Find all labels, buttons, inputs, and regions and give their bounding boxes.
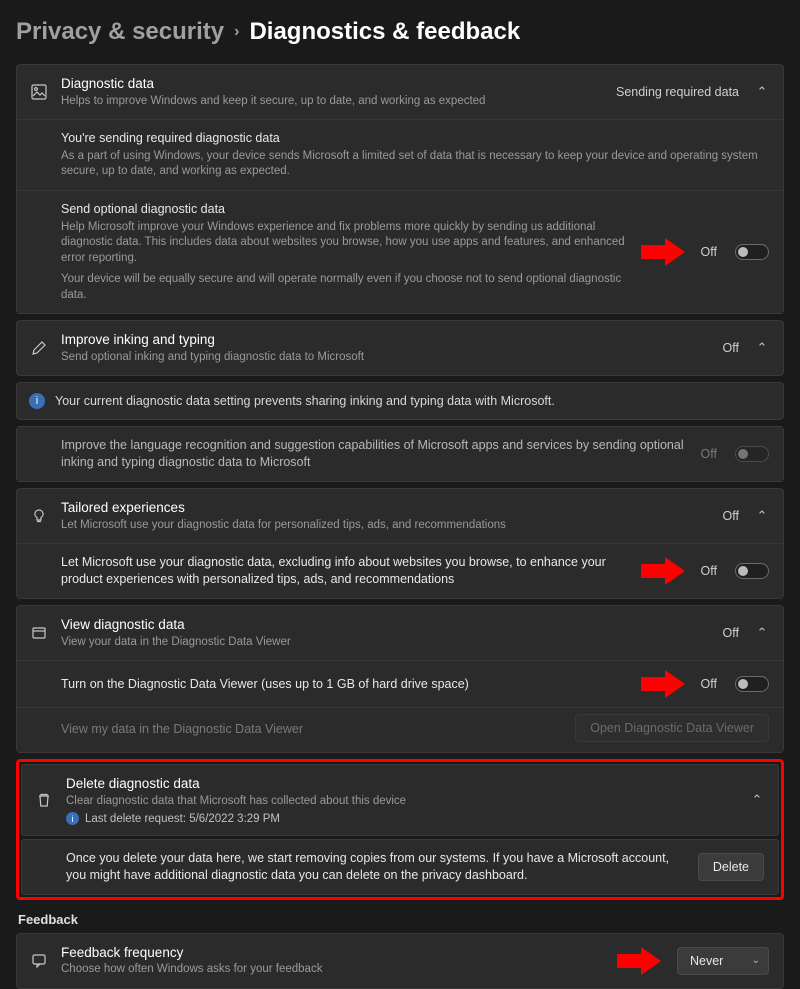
open-viewer-button: Open Diagnostic Data Viewer [575,714,769,742]
optional-data-row: Send optional diagnostic data Help Micro… [17,190,783,313]
diagnostic-data-title: Diagnostic data [61,75,604,93]
tailored-sub-title: Let Microsoft use your diagnostic data, … [61,554,629,588]
diagnostic-data-status: Sending required data [616,85,739,99]
required-data-row: You're sending required diagnostic data … [17,119,783,190]
page-title: Diagnostics & feedback [249,18,520,46]
diagnostic-data-desc: Helps to improve Windows and keep it sec… [61,94,604,110]
inking-sub-card: Improve the language recognition and sug… [16,426,784,482]
delete-body-row: Once you delete your data here, we start… [22,840,778,894]
inking-card: Improve inking and typing Send optional … [16,320,784,376]
inking-banner-text: Your current diagnostic data setting pre… [55,394,555,408]
tailored-status: Off [723,509,739,523]
feedback-title: Feedback frequency [61,944,605,962]
feedback-header[interactable]: Feedback frequency Choose how often Wind… [17,934,783,988]
optional-data-note: Your device will be equally secure and w… [61,272,629,303]
inking-info-banner: i Your current diagnostic data setting p… [16,382,784,420]
delete-card: Delete diagnostic data Clear diagnostic … [21,764,779,836]
tailored-card: Tailored experiences Let Microsoft use y… [16,488,784,599]
inking-title: Improve inking and typing [61,331,711,349]
inking-sub-state: Off [701,447,717,461]
view-sub-row: Turn on the Diagnostic Data Viewer (uses… [17,660,783,707]
feedback-section-label: Feedback [18,912,784,927]
view-data-link: View my data in the Diagnostic Data View… [61,722,303,736]
inking-sub-title: Improve the language recognition and sug… [61,437,689,471]
feedback-icon [29,953,49,969]
annotation-arrow [641,239,689,265]
tailored-header[interactable]: Tailored experiences Let Microsoft use y… [17,489,783,543]
image-icon [29,84,49,100]
annotation-arrow [617,948,665,974]
trash-icon [34,792,54,808]
optional-data-title: Send optional diagnostic data [61,201,629,218]
feedback-frequency-select[interactable]: Never ⌄ [677,947,769,975]
required-data-title: You're sending required diagnostic data [61,130,769,147]
view-toggle[interactable] [735,676,769,692]
chevron-up-icon: ⌃ [755,84,769,100]
feedback-card: Feedback frequency Choose how often Wind… [16,933,784,989]
inking-sub-row: Improve the language recognition and sug… [17,427,783,481]
view-desc: View your data in the Diagnostic Data Vi… [61,635,711,651]
view-card: View diagnostic data View your data in t… [16,605,784,753]
view-header[interactable]: View diagnostic data View your data in t… [17,606,783,660]
view-status: Off [723,626,739,640]
tailored-desc: Let Microsoft use your diagnostic data f… [61,518,711,534]
inking-header[interactable]: Improve inking and typing Send optional … [17,321,783,375]
chevron-right-icon: › [234,23,239,41]
lightbulb-icon [29,508,49,524]
tailored-sub-row: Let Microsoft use your diagnostic data, … [17,543,783,598]
feedback-frequency-value: Never [690,954,723,968]
optional-data-toggle[interactable] [735,244,769,260]
delete-desc: Clear diagnostic data that Microsoft has… [66,794,738,810]
breadcrumb: Privacy & security › Diagnostics & feedb… [16,18,784,46]
chevron-up-icon: ⌃ [755,340,769,356]
annotation-arrow [641,558,689,584]
view-title: View diagnostic data [61,616,711,634]
diagnostic-data-card: Diagnostic data Helps to improve Windows… [16,64,784,314]
tailored-sub-state: Off [701,564,717,578]
tailored-toggle[interactable] [735,563,769,579]
tailored-title: Tailored experiences [61,499,711,517]
chevron-up-icon: ⌃ [755,508,769,524]
data-icon [29,625,49,641]
delete-highlight-box: Delete diagnostic data Clear diagnostic … [16,759,784,900]
breadcrumb-parent[interactable]: Privacy & security [16,18,224,46]
delete-button[interactable]: Delete [698,853,764,881]
delete-last-request: Last delete request: 5/6/2022 3:29 PM [85,813,280,825]
chevron-down-icon: ⌄ [752,955,760,966]
optional-data-desc: Help Microsoft improve your Windows expe… [61,220,629,267]
view-sub-state: Off [701,677,717,691]
info-icon: i [29,393,45,409]
required-data-desc: As a part of using Windows, your device … [61,149,769,180]
inking-desc: Send optional inking and typing diagnost… [61,350,711,366]
view-link-row: View my data in the Diagnostic Data View… [17,707,783,752]
chevron-up-icon: ⌃ [755,625,769,641]
inking-toggle [735,446,769,462]
optional-toggle-label: Off [701,245,717,259]
delete-header[interactable]: Delete diagnostic data Clear diagnostic … [22,765,778,835]
view-sub-title: Turn on the Diagnostic Data Viewer (uses… [61,676,629,693]
delete-title: Delete diagnostic data [66,775,738,793]
feedback-desc: Choose how often Windows asks for your f… [61,962,605,978]
info-icon: i [66,812,79,825]
pen-icon [29,340,49,356]
delete-body-text: Once you delete your data here, we start… [66,850,686,884]
annotation-arrow [641,671,689,697]
diagnostic-data-header[interactable]: Diagnostic data Helps to improve Windows… [17,65,783,119]
chevron-up-icon: ⌃ [750,792,764,808]
inking-status: Off [723,341,739,355]
